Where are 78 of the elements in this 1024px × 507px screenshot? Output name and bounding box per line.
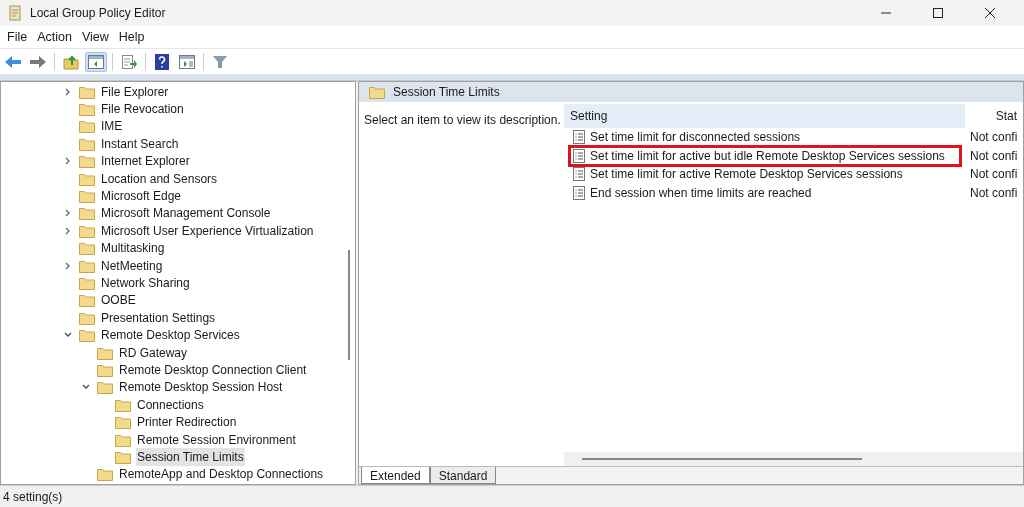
tree-item[interactable]: File Revocation [100,100,185,119]
folder-icon [369,85,385,99]
tree-item[interactable]: Microsoft Edge [100,187,183,206]
folder-icon [115,432,131,447]
tree-item[interactable]: File Explorer [100,82,170,101]
tree-item[interactable]: Connections [136,395,205,414]
setting-name: Set time limit for active but idle Remote Desktop Services sessions [590,147,945,165]
folder-icon [79,258,95,273]
highlighted-setting-row[interactable]: Set time limit for active but idle Remote Desktop Services sessions [568,144,962,167]
details-title: Session Time Limits [393,84,500,101]
maximize-icon[interactable] [932,7,944,19]
folder-icon [97,467,113,482]
tree-toolbar-button[interactable] [85,51,107,72]
folder-icon [79,171,95,186]
folder-icon [115,397,131,412]
policy-list-icon [573,185,585,200]
folder-icon [79,102,95,117]
folder-icon [79,276,95,290]
close-icon[interactable] [984,7,996,19]
column-header[interactable]: Stat [965,104,1023,128]
folder-icon [79,136,95,151]
tree-item[interactable]: Microsoft Management Console [100,204,272,223]
menu-item[interactable]: View [76,27,114,47]
status-text: 4 setting(s) [3,488,63,506]
folder-icon [79,119,95,134]
folder-icon [97,345,113,360]
folder-icon [79,223,95,238]
tree-item[interactable]: Session Time Limits [136,447,245,466]
tree-item[interactable]: Microsoft User Experience Virtualization [100,221,315,240]
tree-item[interactable]: Remote Session Environment [136,430,297,449]
setting-name: End session when time limits are reached [590,184,812,202]
view-tab[interactable]: Standard [429,467,497,484]
tree-item[interactable]: RemoteApp and Desktop Connections [118,465,325,484]
scrollbar-thumb[interactable] [348,250,350,360]
tree-item[interactable]: RD Gateway [118,343,189,362]
tree-item[interactable]: IME [100,117,124,136]
setting-state: Not confi [970,184,1018,202]
tree-item[interactable]: Network Sharing [100,274,191,292]
tree-item[interactable]: Remote Desktop Services [100,326,241,345]
setting-name: Set time limit for disconnected sessions [590,129,801,147]
setting-name: Set time limit for active Remote Desktop Services sessions [590,166,903,184]
folder-icon [97,380,113,395]
tree-item[interactable]: Presentation Settings [100,308,217,327]
tree-item[interactable]: Internet Explorer [100,152,191,171]
window-title: Local Group Policy Editor [30,5,166,22]
tree-item[interactable]: OOBE [100,291,137,310]
folder-icon [115,449,131,464]
folder-icon [79,293,95,308]
folder-icon [79,310,95,325]
setting-state: Not confi [970,147,1018,165]
folder-icon [79,84,95,99]
tree-item[interactable]: Remote Desktop Session Host [118,378,284,397]
folder-icon [79,328,95,343]
tree-item[interactable]: Instant Search [100,134,180,153]
setting-state: Not confi [970,129,1018,147]
policy-list-icon [573,167,585,182]
folder-icon [79,189,95,204]
tree-item[interactable]: NetMeeting [100,256,164,275]
view-tab[interactable]: Extended [361,467,430,484]
column-header[interactable]: Setting [564,104,965,128]
folder-icon [79,241,95,256]
tree-item[interactable]: Remote Desktop Connection Client [118,360,308,379]
folder-icon [97,362,113,377]
setting-state: Not confi [970,166,1018,184]
tree-item[interactable]: Location and Sensors [100,169,219,188]
menu-item[interactable]: Action [32,27,77,47]
folder-icon [79,206,95,221]
policy-list-icon [573,130,585,145]
menu-item[interactable]: Help [113,27,150,47]
tree-item[interactable]: Printer Redirection [136,413,238,432]
app-scroll-icon [8,5,22,21]
menu-item[interactable]: File [2,27,33,47]
folder-icon [79,154,95,169]
description-text: Select an item to view its description. [364,113,561,127]
horizontal-scrollbar-thumb[interactable] [582,458,862,460]
folder-icon [115,415,131,430]
tree-item[interactable]: Multitasking [100,239,166,258]
policy-list-icon [573,148,585,163]
